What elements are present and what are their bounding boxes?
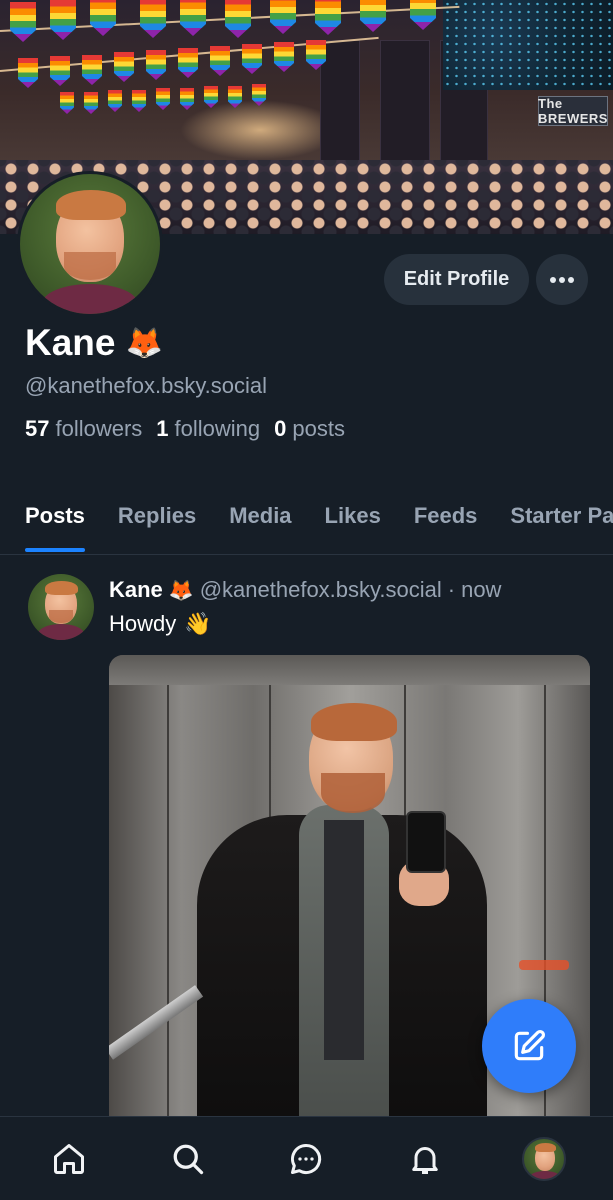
pride-flag <box>10 2 36 42</box>
pride-flag <box>84 92 98 114</box>
pride-flag <box>82 55 102 85</box>
profile-avatar-small <box>521 1136 566 1181</box>
pride-flag <box>242 44 262 74</box>
avatar-hair <box>534 1142 556 1152</box>
home-icon <box>54 1143 85 1174</box>
elevator-panel-seam <box>167 685 169 1116</box>
pride-flag <box>180 0 206 36</box>
bell-icon <box>412 1146 438 1174</box>
compose-post-button[interactable] <box>482 999 576 1093</box>
tab-media[interactable]: Media <box>229 503 291 549</box>
followers-stat[interactable]: 57 followers <box>25 416 142 442</box>
dark-shirt <box>324 820 364 1060</box>
posts-stat: 0 posts <box>274 416 345 441</box>
pride-flag <box>132 90 146 112</box>
pride-flag <box>146 50 166 80</box>
avatar-shirt <box>42 284 138 314</box>
bottom-navigation <box>0 1116 613 1200</box>
post-text: Howdy 👋 <box>109 611 212 637</box>
post-separator: · <box>447 577 456 602</box>
avatar-beard <box>64 252 116 280</box>
pride-flag <box>270 0 296 34</box>
post-header: Kane 🦊 @kanethefox.bsky.social · now <box>109 577 501 603</box>
profile-handle: @kanethefox.bsky.social <box>25 373 268 398</box>
edit-profile-label: Edit Profile <box>403 268 510 290</box>
elevator-ceiling <box>109 655 590 685</box>
pride-flag <box>225 0 251 38</box>
post-author-avatar[interactable] <box>28 574 94 640</box>
search-icon <box>173 1144 204 1174</box>
compose-icon <box>514 1030 545 1061</box>
profile-screen: The BREWERS Edit Profile Kane 🦊 @kanethe… <box>0 0 613 1200</box>
pride-flag <box>140 0 166 38</box>
post-timestamp[interactable]: now <box>461 577 501 603</box>
man-hair <box>311 703 397 741</box>
tab-likes[interactable]: Likes <box>325 503 381 549</box>
pride-flag <box>360 0 386 32</box>
pride-flag <box>114 52 134 82</box>
fox-emoji: 🦊 <box>168 578 194 602</box>
tab-replies[interactable]: Replies <box>118 503 196 549</box>
post-author-handle[interactable]: @kanethefox.bsky.social <box>200 577 442 603</box>
fox-emoji: 🦊 <box>125 325 163 361</box>
pride-flag <box>60 92 74 114</box>
display-name-text: Kane <box>25 322 116 363</box>
man-beard <box>321 773 385 813</box>
tab-feeds[interactable]: Feeds <box>414 503 478 549</box>
pride-flag <box>210 46 230 76</box>
post-text-body: Howdy <box>109 611 177 636</box>
nav-chat[interactable] <box>276 1129 336 1189</box>
following-stat[interactable]: 1 following <box>156 416 260 442</box>
pride-flag <box>50 0 76 40</box>
handrail <box>109 985 204 1060</box>
pub-sign: The BREWERS <box>538 96 608 126</box>
avatar-shirt <box>529 1170 560 1179</box>
smartphone <box>406 811 446 873</box>
profile-tabs: Posts Replies Media Likes Feeds Starter … <box>25 503 613 552</box>
tab-posts[interactable]: Posts <box>25 503 85 552</box>
pride-flag <box>18 58 38 88</box>
tab-starter-packs[interactable]: Starter Packs <box>510 503 613 549</box>
pride-flag <box>315 0 341 35</box>
profile-display-name: Kane 🦊 <box>25 322 163 364</box>
pride-flag <box>90 0 116 36</box>
waving-hand-emoji: 👋 <box>184 611 212 637</box>
avatar-shirt <box>38 624 84 640</box>
nav-home[interactable] <box>39 1129 99 1189</box>
pride-flag <box>178 48 198 78</box>
lit-tree <box>443 0 613 90</box>
post-author-name[interactable]: Kane <box>109 577 163 603</box>
pride-flag <box>156 88 170 110</box>
nav-profile[interactable] <box>514 1129 574 1189</box>
nav-search[interactable] <box>158 1129 218 1189</box>
edit-profile-button[interactable]: Edit Profile <box>384 254 529 305</box>
street-light-glow <box>180 100 340 160</box>
pride-flag <box>410 0 436 30</box>
more-dots-icon <box>550 276 574 283</box>
pride-flag <box>108 90 122 112</box>
profile-avatar[interactable] <box>17 171 163 317</box>
more-options-button[interactable] <box>536 254 588 305</box>
pride-flag <box>50 56 70 86</box>
elevator-light <box>519 960 569 970</box>
chat-icon <box>291 1143 322 1174</box>
avatar-hair <box>45 581 78 595</box>
avatar-hair <box>56 190 126 220</box>
pride-flag <box>274 42 294 72</box>
nav-notifications[interactable] <box>395 1129 455 1189</box>
profile-stats: 57 followers 1 following 0 posts <box>25 416 345 442</box>
tabs-divider <box>0 554 613 555</box>
avatar-beard <box>49 610 73 623</box>
